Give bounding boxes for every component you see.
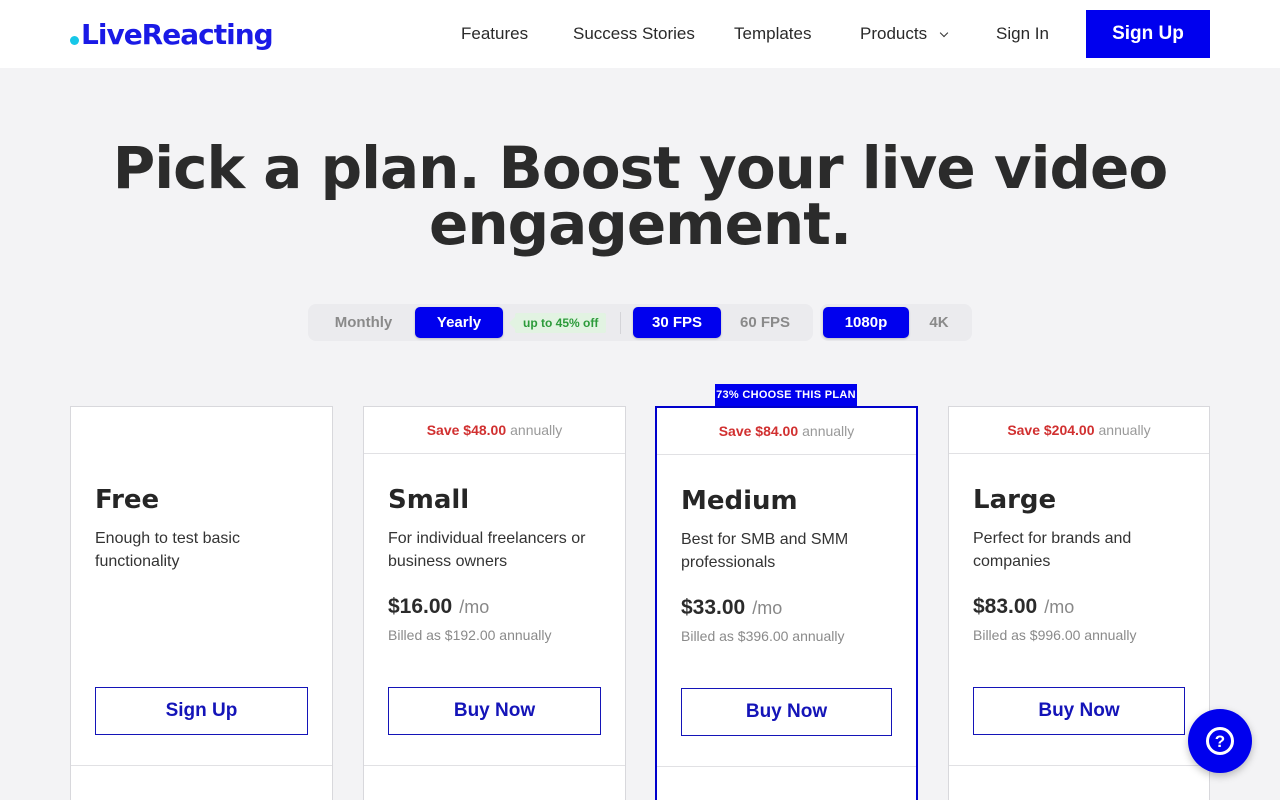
page-title: Pick a plan. Boost your live video engag…	[0, 139, 1280, 253]
plan-name: Free	[95, 485, 160, 515]
plan-price: $16.00	[388, 595, 453, 618]
price-row: $83.00 /mo	[973, 595, 1185, 619]
price-row: $16.00 /mo	[388, 595, 601, 619]
page-title-line2: engagement.	[429, 190, 852, 258]
help-chat-button[interactable]: ?	[1188, 709, 1252, 773]
save-period: annually	[510, 422, 563, 438]
plan-body: Small For individual freelancers or busi…	[388, 485, 601, 643]
medium-buy-button[interactable]: Buy Now	[681, 688, 892, 736]
plan-name: Large	[973, 485, 1057, 515]
nav-sign-in[interactable]: Sign In	[996, 22, 1049, 46]
price-period: /mo	[1044, 597, 1075, 617]
plan-name: Medium	[681, 486, 798, 516]
price-period: /mo	[459, 597, 490, 617]
logo[interactable]: LiveReacting	[70, 14, 274, 54]
plan-body: Free Enough to test basic functionality	[95, 485, 308, 573]
nav-templates[interactable]: Templates	[734, 22, 811, 46]
toggle-divider	[620, 312, 621, 334]
plan-body: Medium Best for SMB and SMM professional…	[681, 486, 892, 644]
popular-plan-badge: 73% CHOOSE THIS PLAN	[715, 384, 857, 406]
plan-body: Large Perfect for brands and companies $…	[973, 485, 1185, 643]
billed-note: Billed as $192.00 annually	[388, 627, 552, 643]
plan-save-banner: Save $84.00 annually	[657, 408, 916, 455]
nav-success-stories[interactable]: Success Stories	[573, 22, 695, 46]
plan-name: Small	[388, 485, 470, 515]
plan-divider	[949, 765, 1209, 766]
plan-description: Perfect for brands and companies	[973, 530, 1132, 570]
resolution-4k-toggle[interactable]: 4K	[909, 307, 969, 338]
plan-save-banner: Save $204.00 annually	[949, 407, 1209, 454]
discount-badge: up to 45% off	[508, 313, 607, 333]
header-signup-button[interactable]: Sign Up	[1086, 10, 1210, 58]
save-amount: Save $84.00	[718, 423, 799, 439]
plan-description: Best for SMB and SMM professionals	[681, 531, 849, 571]
save-amount: Save $48.00	[426, 422, 507, 438]
billed-note: Billed as $996.00 annually	[973, 627, 1137, 643]
plan-price: $33.00	[681, 596, 746, 619]
nav-products-label: Products	[860, 24, 928, 43]
fps-30-toggle[interactable]: 30 FPS	[633, 307, 721, 338]
fps-60-toggle[interactable]: 60 FPS	[721, 307, 809, 338]
logo-dot-icon	[70, 35, 79, 45]
billed-note: Billed as $396.00 annually	[681, 628, 845, 644]
help-icon: ?	[1206, 727, 1234, 755]
save-amount: Save $204.00	[1007, 422, 1095, 438]
small-buy-button[interactable]: Buy Now	[388, 687, 601, 735]
chevron-down-icon	[939, 28, 949, 38]
plan-card-small: Save $48.00 annually Small For individua…	[363, 406, 626, 800]
save-period: annually	[1098, 422, 1151, 438]
plan-save-banner: Save $48.00 annually	[364, 407, 625, 454]
resolution-toggle-group: 1080p 4K	[820, 304, 972, 341]
billing-yearly-toggle[interactable]: Yearly	[415, 307, 503, 338]
billing-fps-toggle-group: Monthly Yearly up to 45% off 30 FPS 60 F…	[308, 304, 813, 341]
plan-card-large: Save $204.00 annually Large Perfect for …	[948, 406, 1210, 800]
plan-save-banner	[71, 407, 332, 454]
price-row: $33.00 /mo	[681, 596, 892, 620]
plan-card-medium: Save $84.00 annually Medium Best for SMB…	[655, 406, 918, 800]
plan-description: Enough to test basic functionality	[95, 530, 240, 570]
large-buy-button[interactable]: Buy Now	[973, 687, 1185, 735]
plan-card-free: Free Enough to test basic functionality …	[70, 406, 333, 800]
price-period: /mo	[752, 598, 783, 618]
plan-divider	[71, 765, 332, 766]
plan-price: $83.00	[973, 595, 1038, 618]
resolution-1080p-toggle[interactable]: 1080p	[823, 307, 909, 338]
save-period: annually	[802, 423, 855, 439]
billing-monthly-toggle[interactable]: Monthly	[312, 307, 415, 338]
plan-description: For individual freelancers or business o…	[388, 530, 586, 570]
site-header: LiveReacting Features Success Stories Te…	[0, 0, 1280, 68]
nav-products[interactable]: Products	[860, 22, 949, 46]
nav-features[interactable]: Features	[461, 22, 528, 46]
free-signup-button[interactable]: Sign Up	[95, 687, 308, 735]
plan-divider	[657, 766, 916, 767]
plan-divider	[364, 765, 625, 766]
logo-text: LiveReacting	[81, 17, 274, 51]
